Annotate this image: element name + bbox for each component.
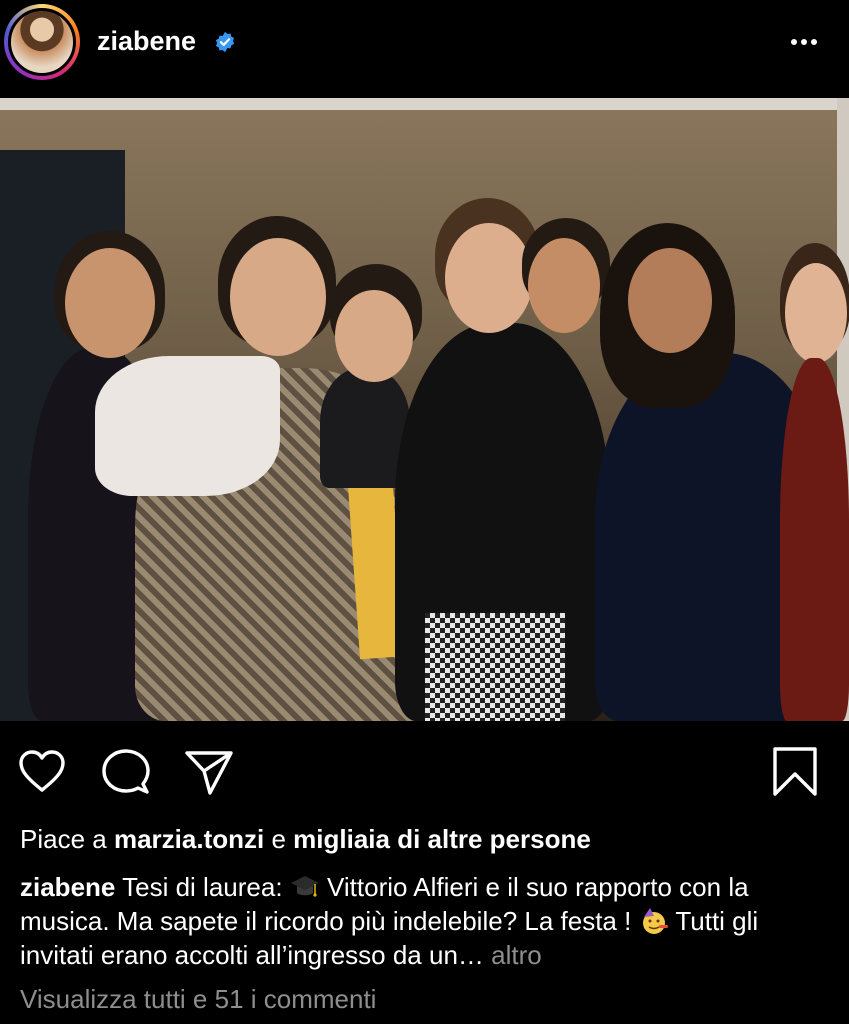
story-ring[interactable] [4,4,80,80]
person-face [230,238,326,356]
likes-connector: e [271,824,286,854]
avatar[interactable] [8,8,76,76]
caption-username[interactable]: ziabene [20,872,115,902]
view-all-comments-link[interactable]: Visualizza tutti e 51 i commenti [20,984,376,1015]
person-face [65,248,155,358]
action-bar [0,735,849,810]
flower-bouquet [95,356,280,496]
person-face [528,238,600,333]
likes-prefix: Piace a [20,824,107,854]
heart-icon[interactable] [17,747,67,797]
caption-text-1: Tesi di laurea: [122,872,283,902]
likes-others[interactable]: migliaia di altre persone [293,824,591,854]
post-header: ziabene [0,0,849,86]
photo-print-border [0,98,849,110]
graduation-cap-emoji [290,876,319,897]
liker-username[interactable]: marzia.tonzi [114,824,264,854]
likes-summary[interactable]: Piace a marzia.tonzi e migliaia di altre… [20,824,591,855]
verified-badge-icon [215,31,235,53]
person-face [785,263,847,363]
party-face-emoji [642,908,668,934]
post-caption: ziabene Tesi di laurea: Vittorio Alfieri… [20,870,830,972]
send-icon[interactable] [184,747,234,797]
username[interactable]: ziabene [97,26,196,57]
person-face [445,223,533,333]
comment-icon[interactable] [101,747,151,797]
bookmark-icon[interactable] [770,747,820,797]
caption-more-link[interactable]: altro [491,940,542,970]
more-horizontal-icon[interactable] [789,28,819,56]
person-figure [780,358,849,721]
person-face [628,248,712,353]
post-photo[interactable] [0,98,849,721]
checked-skirt [425,613,565,721]
person-face [335,290,413,382]
